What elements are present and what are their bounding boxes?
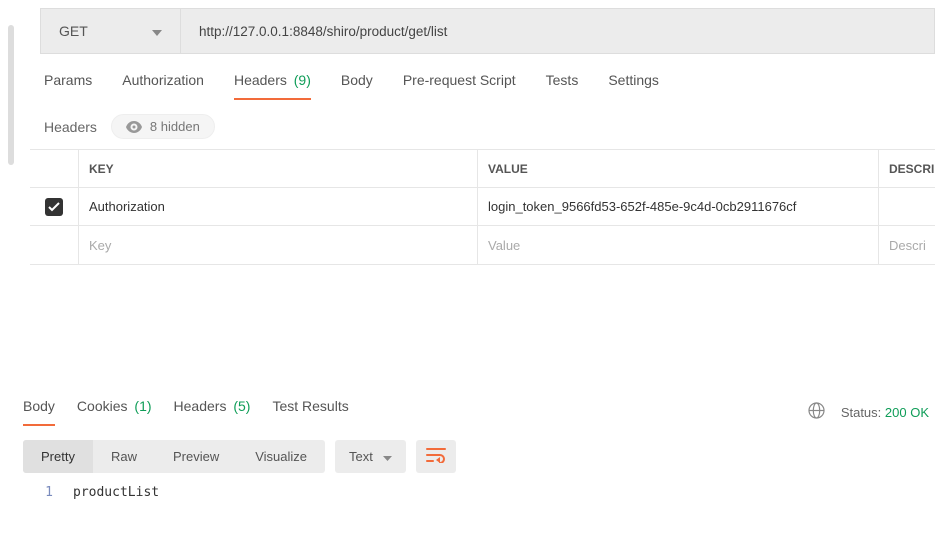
desc-header: DESCRI [879,150,935,187]
check-header-cell [30,150,78,187]
row-checkbox-cell[interactable] [30,226,78,264]
tab-headers[interactable]: Headers (9) [234,72,311,100]
headers-title: Headers [44,119,97,135]
response-area: Body Cookies (1) Headers (5) Test Result… [23,398,935,500]
row-value[interactable]: login_token_9566fd53-652f-485e-9c4d-0cb2… [478,188,879,225]
method-select[interactable]: GET [41,9,181,53]
main-panel: GET http://127.0.0.1:8848/shiro/product/… [30,0,935,265]
request-bar: GET http://127.0.0.1:8848/shiro/product/… [40,8,935,54]
row-key-placeholder[interactable]: Key [78,226,478,264]
headers-subbar: Headers 8 hidden [44,114,935,139]
url-text: http://127.0.0.1:8848/shiro/product/get/… [199,24,447,39]
line-content: productList [73,485,159,500]
row-value-placeholder[interactable]: Value [478,226,879,264]
visualize-button[interactable]: Visualize [237,440,325,473]
code-line: 1 productList [23,485,935,500]
response-meta: Status: 200 OK [808,402,929,422]
response-top: Body Cookies (1) Headers (5) Test Result… [23,398,935,426]
resp-tab-testresults[interactable]: Test Results [272,398,348,426]
line-number: 1 [23,485,73,500]
response-body-code[interactable]: 1 productList [23,485,935,500]
resp-tab-cookies[interactable]: Cookies (1) [77,398,152,426]
left-scrollbar[interactable] [8,25,14,165]
hidden-label: 8 hidden [150,119,200,134]
resp-tab-body[interactable]: Body [23,398,55,426]
method-label: GET [59,23,88,39]
value-header: VALUE [478,150,879,187]
checkbox-checked-icon [45,198,63,216]
view-mode-group: Pretty Raw Preview Visualize [23,440,325,473]
table-row: Key Value Descri [30,226,935,264]
preview-button[interactable]: Preview [155,440,237,473]
headers-table-head: KEY VALUE DESCRI [30,150,935,188]
chevron-down-icon [383,449,392,464]
raw-button[interactable]: Raw [93,440,155,473]
tab-params[interactable]: Params [44,72,92,100]
tab-settings[interactable]: Settings [608,72,659,100]
url-input[interactable]: http://127.0.0.1:8848/shiro/product/get/… [181,9,934,53]
globe-icon[interactable] [808,402,825,422]
headers-table: KEY VALUE DESCRI Authorization login_tok… [30,149,935,265]
tab-tests[interactable]: Tests [546,72,579,100]
chevron-down-icon [152,23,162,39]
status-label: Status: 200 OK [841,405,929,420]
row-desc[interactable] [879,188,935,225]
response-tabs: Body Cookies (1) Headers (5) Test Result… [23,398,349,426]
row-desc-placeholder[interactable]: Descri [879,226,935,264]
status-value: 200 OK [885,405,929,420]
key-header: KEY [78,150,478,187]
pretty-button[interactable]: Pretty [23,440,93,473]
request-tabs: Params Authorization Headers (9) Body Pr… [44,72,935,100]
wrap-icon [426,447,446,466]
resp-tab-headers[interactable]: Headers (5) [174,398,251,426]
eye-icon [126,121,142,133]
row-key[interactable]: Authorization [78,188,478,225]
tab-authorization[interactable]: Authorization [122,72,204,100]
wrap-lines-button[interactable] [416,440,456,473]
table-row: Authorization login_token_9566fd53-652f-… [30,188,935,226]
response-toolbar: Pretty Raw Preview Visualize Text [23,440,935,473]
hidden-headers-toggle[interactable]: 8 hidden [111,114,215,139]
format-dropdown[interactable]: Text [335,440,406,473]
tab-body[interactable]: Body [341,72,373,100]
tab-prerequest[interactable]: Pre-request Script [403,72,516,100]
row-checkbox-cell[interactable] [30,188,78,225]
